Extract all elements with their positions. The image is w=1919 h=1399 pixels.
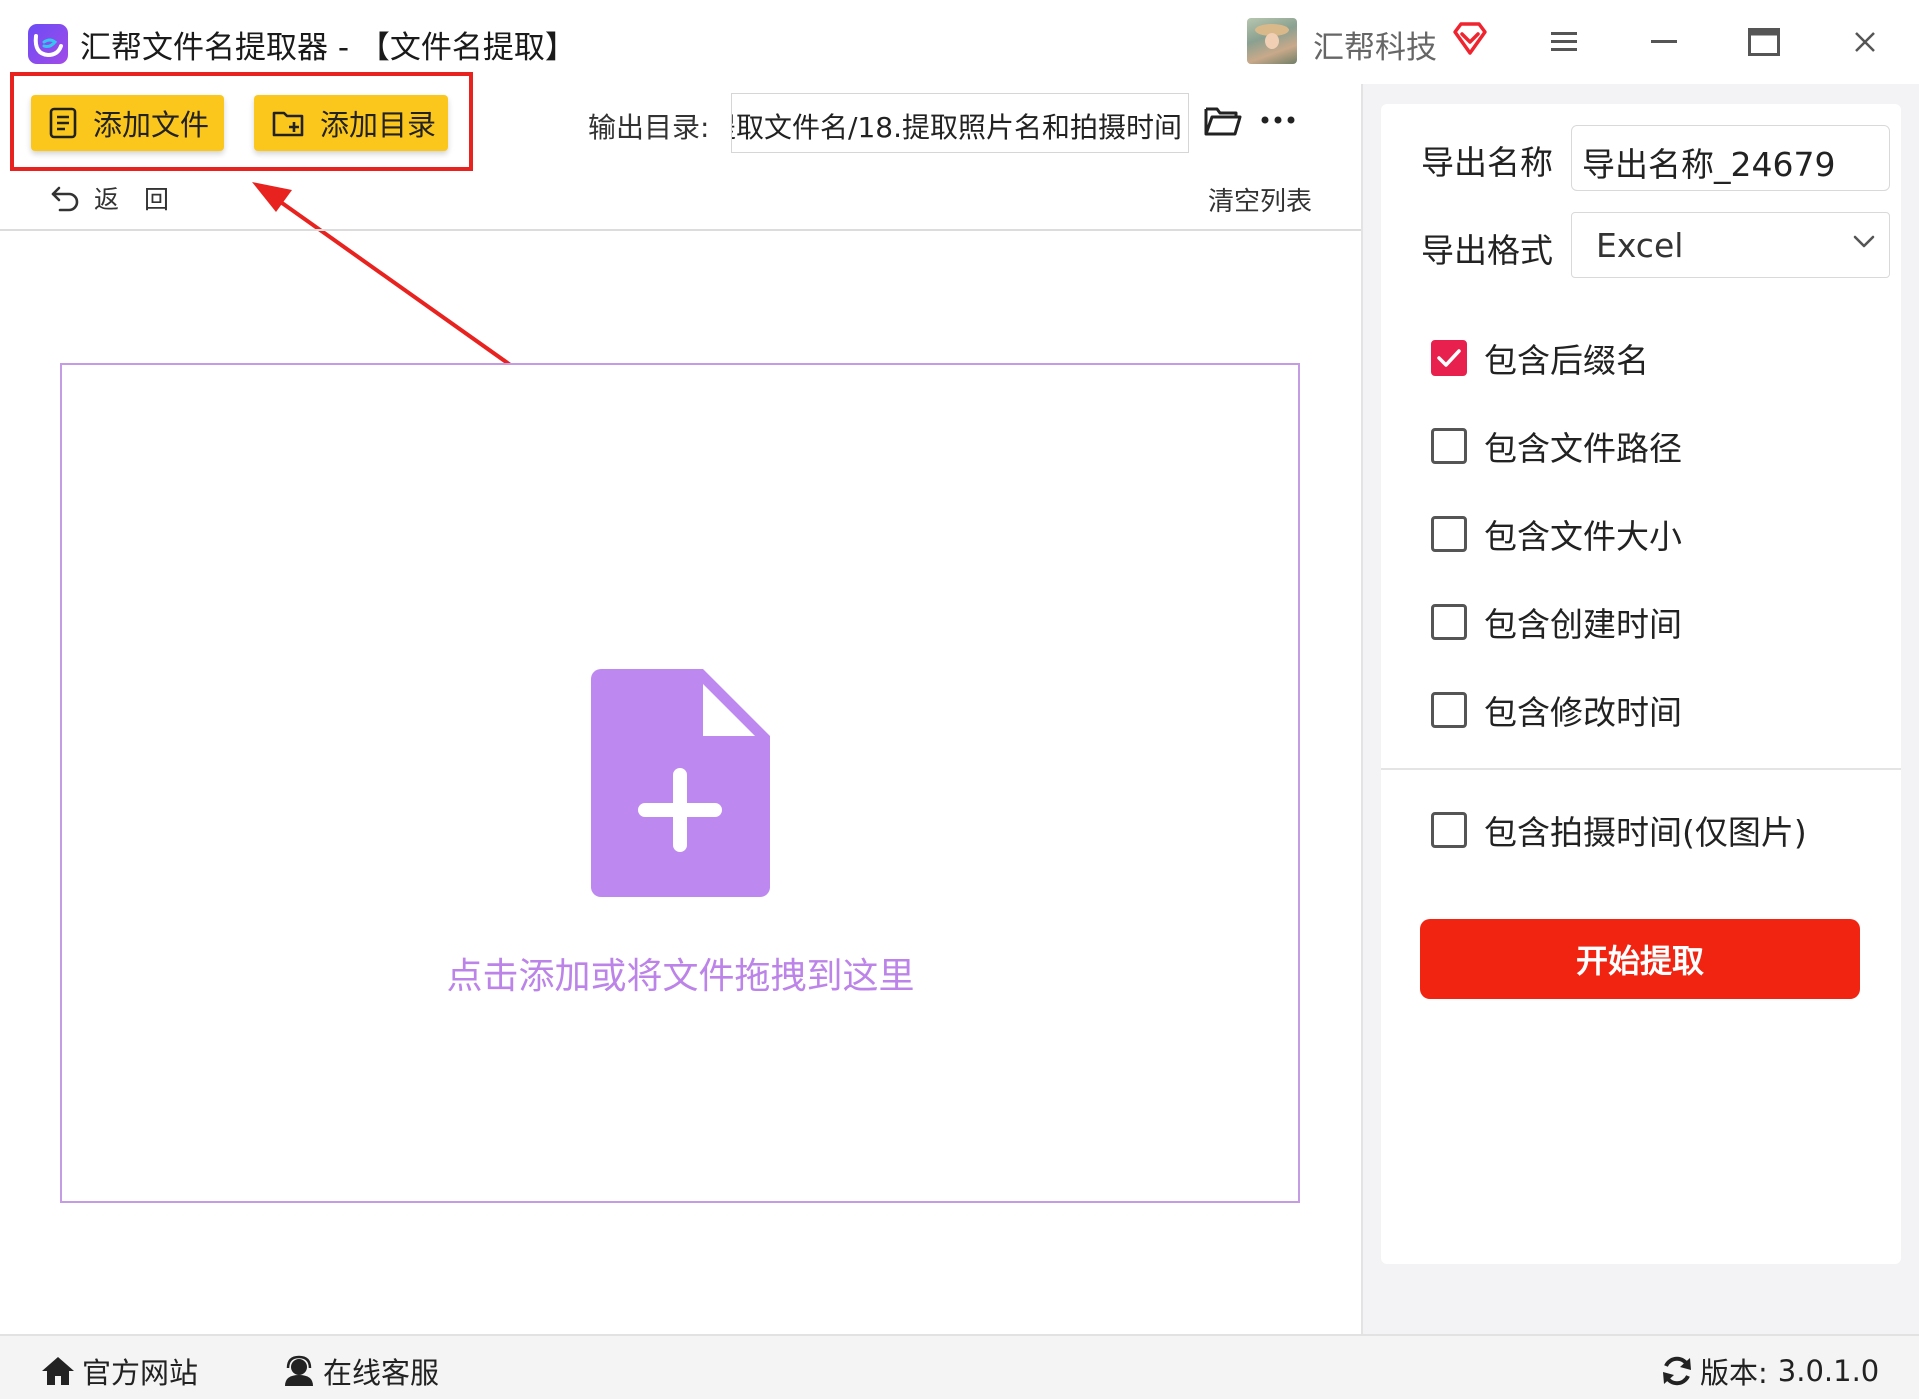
version-value: 3.0.1.0 (1777, 1354, 1880, 1388)
online-service-link[interactable]: 在线客服 (281, 1350, 439, 1392)
option-label: 包含后缀名 (1484, 341, 1649, 380)
clear-list-button[interactable]: 清空列表 (1208, 181, 1312, 218)
option-label: 包含文件大小 (1484, 517, 1682, 556)
version-label: 版本: (1700, 1356, 1768, 1390)
checkbox-checked[interactable] (1431, 340, 1467, 376)
checkbox[interactable] (1431, 516, 1467, 552)
start-extract-button[interactable]: 开始提取 (1420, 919, 1860, 999)
export-format-label: 导出格式 (1421, 231, 1553, 270)
export-format-select[interactable]: Excel (1571, 212, 1890, 278)
option-label: 包含创建时间 (1484, 605, 1682, 644)
option-include-modified-time[interactable]: 包含修改时间 (1431, 686, 1682, 734)
checkbox[interactable] (1431, 428, 1467, 464)
back-label: 返 回 (94, 185, 170, 214)
option-label: 包含文件路径 (1484, 429, 1682, 468)
more-options-icon[interactable] (1260, 110, 1296, 130)
settings-divider (1381, 768, 1901, 770)
official-site-link[interactable]: 官方网站 (40, 1350, 198, 1392)
export-name-input[interactable]: 导出名称_24679 (1571, 125, 1890, 191)
checkbox[interactable] (1431, 812, 1467, 848)
open-folder-icon[interactable] (1203, 103, 1243, 139)
checkmark-icon (1437, 349, 1461, 367)
drop-hint-text: 点击添加或将文件拖拽到这里 (446, 956, 915, 997)
option-include-size[interactable]: 包含文件大小 (1431, 510, 1682, 558)
refresh-icon[interactable] (1660, 1354, 1694, 1388)
official-site-label: 官方网站 (82, 1356, 199, 1390)
back-button[interactable]: 返 回 (50, 180, 169, 216)
home-icon (42, 1357, 74, 1385)
customer-service-icon (285, 1355, 313, 1386)
output-dir-label: 输出目录: (588, 111, 710, 144)
option-include-extension[interactable]: 包含后缀名 (1431, 334, 1649, 382)
option-label: 包含拍摄时间(仅图片) (1484, 813, 1807, 852)
option-include-shot-time[interactable]: 包含拍摄时间(仅图片) (1431, 806, 1807, 854)
checkbox[interactable] (1431, 604, 1467, 640)
output-dir-field[interactable]: 提取文件名/18.提取照片名和拍摄时间 (731, 93, 1189, 153)
toolbar-divider (0, 229, 1361, 231)
option-label: 包含修改时间 (1484, 693, 1682, 732)
settings-card (1381, 104, 1901, 1264)
option-include-created-time[interactable]: 包含创建时间 (1431, 598, 1682, 646)
export-format-value: Excel (1596, 226, 1684, 265)
checkbox[interactable] (1431, 692, 1467, 728)
version-info: 版本: 3.0.1.0 (1660, 1350, 1879, 1392)
export-name-label: 导出名称 (1421, 143, 1553, 182)
online-service-label: 在线客服 (323, 1356, 440, 1390)
chevron-down-icon (1853, 235, 1875, 248)
add-document-icon[interactable] (591, 669, 770, 897)
option-include-path[interactable]: 包含文件路径 (1431, 422, 1682, 470)
undo-arrow-icon (51, 186, 79, 212)
